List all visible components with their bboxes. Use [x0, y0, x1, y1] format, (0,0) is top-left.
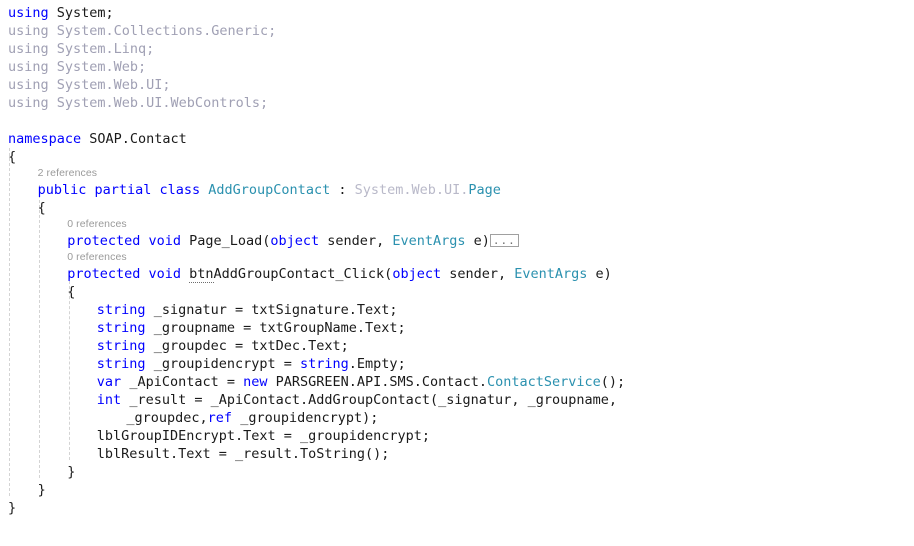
code-token-kw: ref: [207, 410, 233, 426]
code-token-plain: _groupdec = txtDec.Text;: [145, 338, 349, 354]
codelens-annotation[interactable]: 2 references: [0, 166, 914, 181]
code-token-plain: {: [37, 200, 46, 216]
code-token-plain: System;: [56, 5, 114, 21]
code-line: protected void btnAddGroupContact_Click(…: [0, 265, 914, 283]
collapsed-region-box[interactable]: ...: [489, 234, 519, 247]
code-token-plain: _groupdec,: [126, 410, 208, 426]
code-line: using System.Web.UI;: [0, 76, 914, 94]
code-token-type: EventArgs: [514, 266, 588, 282]
code-line: {: [0, 148, 914, 166]
code-token-kw: public partial class: [37, 182, 209, 198]
code-line: lblResult.Text = _result.ToString();: [0, 445, 914, 463]
code-token-type: AddGroupContact: [208, 182, 331, 198]
code-token-plain: {: [8, 149, 17, 165]
code-token-plain: _signatur = txtSignature.Text;: [145, 302, 398, 318]
code-line: var _ApiContact = new PARSGREEN.API.SMS.…: [0, 373, 914, 391]
code-token-plain: btn: [189, 266, 214, 283]
code-line: {: [0, 199, 914, 217]
code-token-plain: _groupname = txtGroupName.Text;: [145, 320, 406, 336]
code-token-plain: Page_Load(: [189, 233, 271, 249]
code-token-plain: sender,: [319, 233, 393, 249]
code-text-area[interactable]: using System; using System.Collections.Ge…: [0, 0, 914, 517]
code-token-plain: e): [465, 233, 490, 249]
code-line: string _groupidencrypt = string.Empty;: [0, 355, 914, 373]
code-token-plain: PARSGREEN.API.SMS.Contact.: [267, 374, 487, 390]
code-line: }: [0, 481, 914, 499]
code-line: }: [0, 463, 914, 481]
code-token-kw: string: [300, 356, 349, 372]
code-token-kw: new: [243, 374, 268, 390]
code-token-plain: {: [67, 284, 76, 300]
code-token-kw: string: [96, 320, 146, 336]
code-token-plain: SOAP.Contact: [89, 131, 187, 147]
code-token-plain: }: [8, 500, 17, 516]
code-token-dim: using System.Web;: [8, 59, 147, 75]
code-token-kw: using: [8, 5, 57, 21]
code-line: {: [0, 283, 914, 301]
code-token-kw: protected void: [67, 233, 190, 249]
code-token-plain: _groupidencrypt =: [145, 356, 301, 372]
code-token-kw: int: [96, 392, 122, 408]
code-token-dimtype: System.Web.UI.: [354, 182, 469, 198]
code-token-kw: string: [96, 356, 146, 372]
codelens-annotation[interactable]: 0 references: [0, 250, 914, 265]
code-line: using System.Linq;: [0, 40, 914, 58]
code-line: public partial class AddGroupContact : S…: [0, 181, 914, 199]
codelens-annotation[interactable]: 0 references: [0, 217, 914, 232]
code-token-plain: }: [37, 482, 46, 498]
code-token-plain: _ApiContact =: [121, 374, 244, 390]
code-line: using System.Web.UI.WebControls;: [0, 94, 914, 112]
code-token-plain: lblGroupIDEncrypt.Text = _groupidencrypt…: [96, 428, 431, 444]
code-token-plain: }: [67, 464, 76, 480]
code-token-type: ContactService: [486, 374, 601, 390]
code-token-kw: object: [392, 266, 442, 282]
code-line: lblGroupIDEncrypt.Text = _groupidencrypt…: [0, 427, 914, 445]
code-editor[interactable]: using System; using System.Collections.Ge…: [0, 0, 914, 546]
code-token-dim: using System.Web.UI;: [8, 77, 171, 93]
code-line: using System;: [0, 4, 914, 22]
code-token-kw: string: [96, 302, 146, 318]
code-token-plain: :: [330, 182, 355, 198]
code-token-dim: using System.Collections.Generic;: [8, 23, 277, 39]
code-line: using System.Web;: [0, 58, 914, 76]
code-line: namespace SOAP.Contact: [0, 130, 914, 148]
code-token-dim: using System.Web.UI.WebControls;: [8, 95, 269, 111]
code-line: protected void Page_Load(object sender, …: [0, 232, 914, 250]
code-token-dim: using System.Linq;: [8, 41, 155, 57]
codelens-reference-count[interactable]: 2 references: [38, 167, 98, 179]
code-line: }: [0, 499, 914, 517]
code-token-plain: sender,: [441, 266, 515, 282]
code-token-plain: ();: [600, 374, 626, 390]
code-line: string _signatur = txtSignature.Text;: [0, 301, 914, 319]
code-line: _groupdec,ref _groupidencrypt);: [0, 409, 914, 427]
code-token-type: Page: [468, 182, 501, 198]
code-line: using System.Collections.Generic;: [0, 22, 914, 40]
code-token-type: EventArgs: [392, 233, 466, 249]
code-line: string _groupdec = txtDec.Text;: [0, 337, 914, 355]
code-token-kw: object: [270, 233, 320, 249]
codelens-reference-count[interactable]: 0 references: [67, 218, 127, 230]
code-token-plain: lblResult.Text = _result.ToString();: [96, 446, 390, 462]
code-token-plain: .Empty;: [348, 356, 406, 372]
code-token-kw: namespace: [8, 131, 90, 147]
codelens-reference-count[interactable]: 0 references: [67, 251, 127, 263]
code-token-kw: string: [96, 338, 146, 354]
code-token-plain: _groupidencrypt);: [232, 410, 379, 426]
code-token-plain: _result = _ApiContact.AddGroupContact(_s…: [121, 392, 617, 408]
code-token-kw: var: [96, 374, 122, 390]
code-line: string _groupname = txtGroupName.Text;: [0, 319, 914, 337]
code-token-plain: AddGroupContact_Click(: [213, 266, 393, 282]
code-token-kw: protected void: [67, 266, 190, 282]
code-line: int _result = _ApiContact.AddGroupContac…: [0, 391, 914, 409]
code-token-plain: e): [587, 266, 612, 282]
